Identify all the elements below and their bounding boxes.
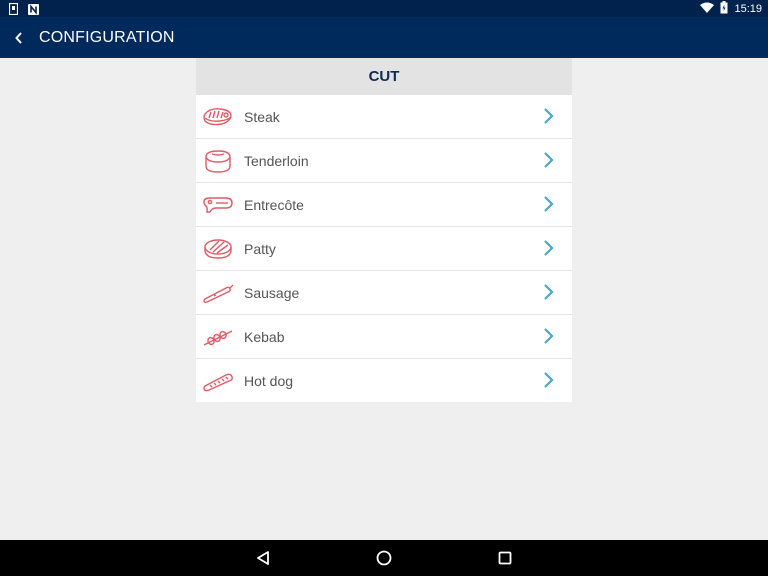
- cut-list: Steak Tenderloin Entrecôte Patty Sausage…: [196, 95, 572, 402]
- list-item-kebab[interactable]: Kebab: [196, 314, 572, 358]
- list-item-sausage[interactable]: Sausage: [196, 270, 572, 314]
- nav-back-button[interactable]: [243, 540, 283, 576]
- tenderloin-icon: [202, 148, 234, 174]
- entrecote-icon: [202, 192, 234, 218]
- steak-icon: [202, 104, 234, 130]
- chevron-right-icon: [544, 372, 554, 388]
- app-bar: CONFIGURATION: [0, 17, 768, 58]
- chevron-right-icon: [544, 108, 554, 124]
- patty-icon: [202, 236, 234, 262]
- hot-dog-icon: [202, 368, 234, 394]
- list-item-label: Hot dog: [244, 372, 294, 389]
- list-item-label: Tenderloin: [244, 152, 309, 169]
- kebab-icon: [202, 324, 234, 350]
- list-item-label: Sausage: [244, 284, 300, 301]
- status-time: 15:19: [734, 2, 762, 15]
- chevron-right-icon: [544, 284, 554, 300]
- nav-home-button[interactable]: [364, 540, 404, 576]
- chevron-right-icon: [544, 240, 554, 256]
- chevron-right-icon: [544, 196, 554, 212]
- navigation-bar: [0, 540, 768, 576]
- cut-panel: CUT Steak Tenderloin Entrecôte Patty Sau…: [196, 58, 572, 402]
- list-item-hot-dog[interactable]: Hot dog: [196, 358, 572, 402]
- home-circle-icon: [376, 550, 392, 566]
- list-item-patty[interactable]: Patty: [196, 226, 572, 270]
- list-item-steak[interactable]: Steak: [196, 95, 572, 138]
- battery-icon: [720, 0, 728, 17]
- recents-square-icon: [498, 551, 512, 565]
- back-button[interactable]: [1, 17, 37, 58]
- back-triangle-icon: [257, 551, 269, 565]
- list-item-entrecote[interactable]: Entrecôte: [196, 182, 572, 226]
- status-right: 15:19: [700, 0, 762, 17]
- list-item-label: Steak: [244, 108, 280, 125]
- status-bar: 15:19: [0, 0, 768, 17]
- sausage-icon: [202, 280, 234, 306]
- chevron-right-icon: [544, 328, 554, 344]
- wifi-icon: [700, 2, 715, 16]
- nav-recents-button[interactable]: [485, 540, 525, 576]
- page-title: CONFIGURATION: [39, 28, 175, 46]
- list-item-label: Entrecôte: [244, 196, 304, 213]
- list-item-tenderloin[interactable]: Tenderloin: [196, 138, 572, 182]
- chevron-left-icon: [15, 31, 22, 44]
- panel-header: CUT: [196, 58, 572, 95]
- list-item-label: Kebab: [244, 328, 285, 345]
- list-item-label: Patty: [244, 240, 276, 257]
- chevron-right-icon: [544, 152, 554, 168]
